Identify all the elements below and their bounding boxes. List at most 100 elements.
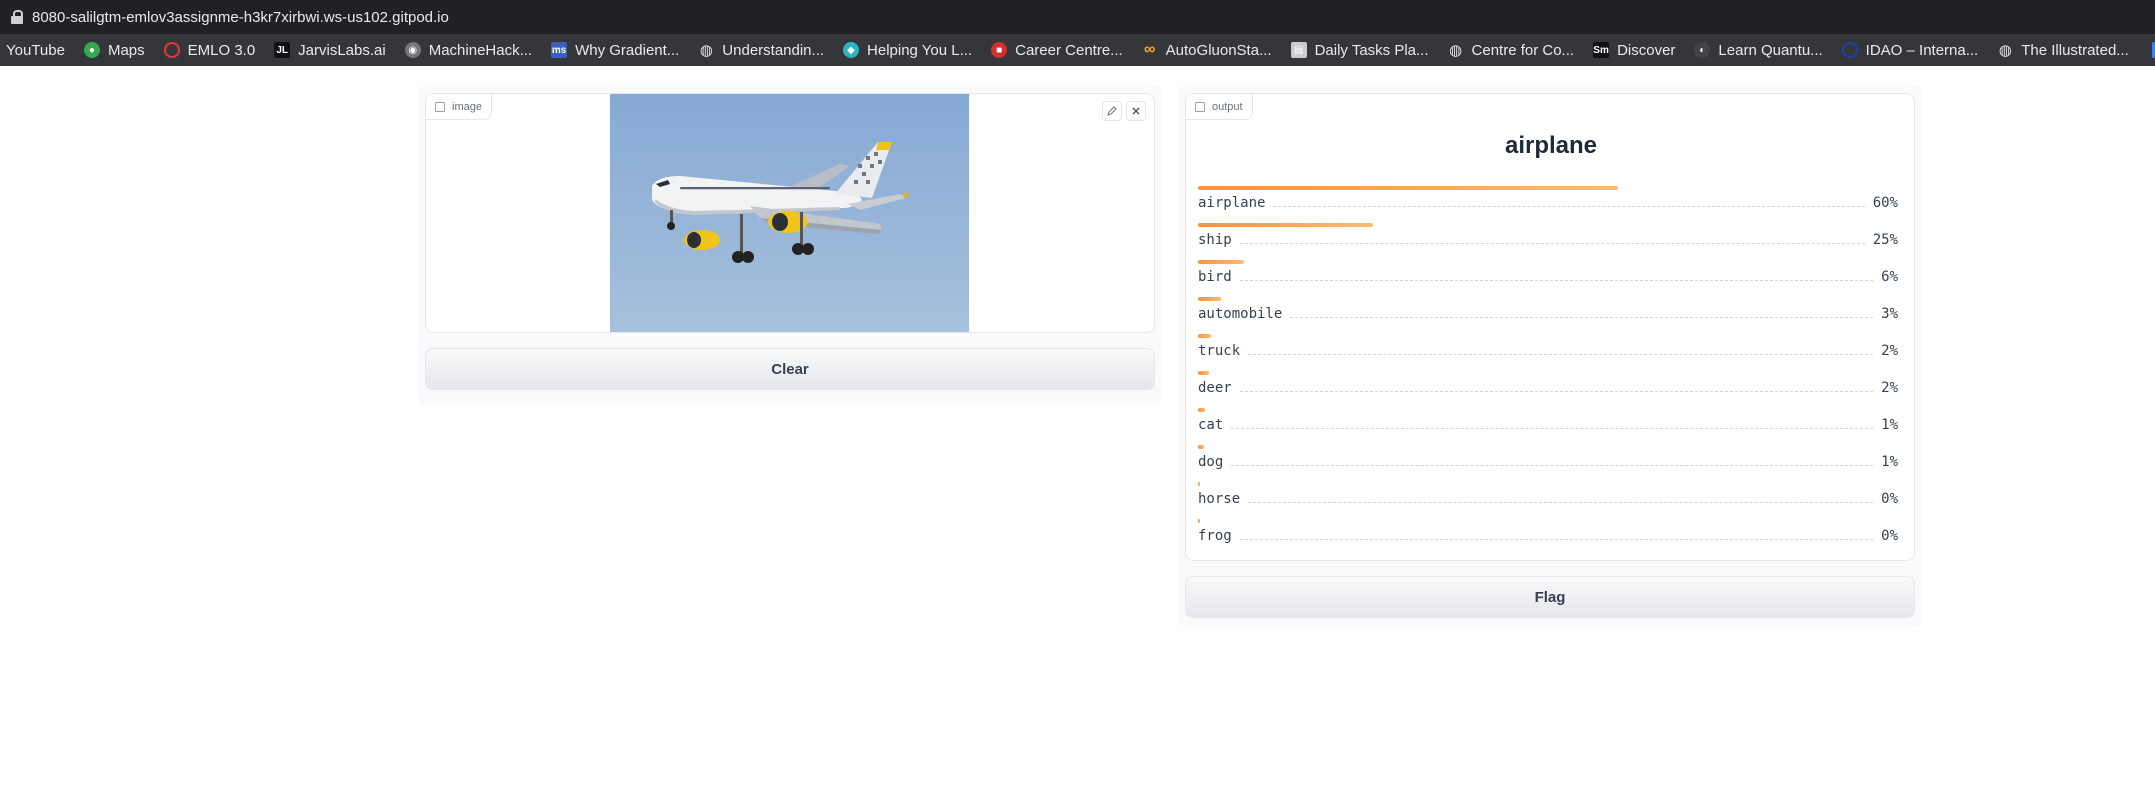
- confidence-bar: [1198, 260, 1244, 264]
- bookmark-item[interactable]: YouTube: [6, 42, 65, 59]
- confidence-bar: [1198, 186, 1618, 190]
- bookmark-item[interactable]: ■ Career Centre...: [991, 42, 1123, 59]
- confidence-text-row: bird 6%: [1198, 269, 1898, 285]
- notion-logo-icon: ▤: [1290, 42, 1307, 58]
- clear-button[interactable]: Clear: [425, 348, 1155, 390]
- predicted-label: airplane: [1504, 132, 1598, 159]
- bookmark-item[interactable]: ◍ Centre for Co...: [1448, 41, 1575, 60]
- confidence-row: airplane 60%: [1198, 186, 1898, 223]
- confidence-value: 3%: [1881, 306, 1898, 322]
- sm-logo-icon: Sm: [1593, 42, 1610, 58]
- confidence-list: airplane 60% ship 25% bird 6% automobile 3% truc…: [1198, 186, 1898, 556]
- bookmark-label: Daily Tasks Pla...: [1314, 41, 1429, 59]
- bookmark-item[interactable]: ◍ Understandin...: [698, 41, 825, 60]
- url-text[interactable]: 8080-salilgtm-emlov3assignme-h3kr7xirbwi…: [32, 9, 449, 26]
- close-icon[interactable]: [1126, 101, 1146, 121]
- confidence-row: frog 0%: [1198, 519, 1898, 556]
- bookmark-label: YouTube: [6, 41, 65, 59]
- bookmark-label: Discover: [1617, 41, 1676, 59]
- confidence-value: 25%: [1872, 232, 1898, 248]
- bookmark-label: MachineHack...: [428, 41, 533, 59]
- bookmark-item[interactable]: Sm Discover: [1593, 42, 1675, 59]
- bookmark-item[interactable]: ◐ Learn Quantu...: [1694, 42, 1823, 59]
- confidence-label: horse: [1198, 491, 1241, 507]
- bookmark-label: IDAO – Interna...: [1865, 41, 1979, 59]
- confidence-label: frog: [1198, 528, 1232, 544]
- leaf-logo-icon: ◆: [843, 42, 860, 58]
- confidence-label: dog: [1198, 454, 1224, 470]
- bookmark-label: JarvisLabs.ai: [298, 41, 386, 59]
- confidence-value: 6%: [1881, 269, 1898, 285]
- bookmark-item[interactable]: ◍ The Illustrated...: [1997, 42, 2129, 60]
- confidence-value: 0%: [1881, 491, 1898, 507]
- output-panel: output airplane airplane 60% ship 25% bird 6%…: [1178, 86, 1922, 626]
- dotted-leader: [1239, 539, 1874, 540]
- bookmark-label: Helping You L...: [867, 41, 973, 59]
- globe-icon: ◍: [699, 42, 713, 59]
- bookmark-label: Understandin...: [722, 41, 825, 59]
- dotted-leader: [1290, 317, 1874, 318]
- bookmark-item[interactable]: ▤ Daily Tasks Pla...: [1290, 41, 1429, 59]
- confidence-label: truck: [1198, 343, 1241, 359]
- dotted-leader: [1239, 391, 1874, 392]
- confidence-label: deer: [1198, 380, 1232, 396]
- bookmark-item[interactable]: ◉ MachineHack...: [404, 41, 533, 59]
- image-edit-controls: [1102, 101, 1146, 121]
- confidence-text-row: automobile 3%: [1198, 306, 1898, 322]
- confidence-text-row: dog 1%: [1198, 454, 1898, 470]
- confidence-row: truck 2%: [1198, 334, 1898, 371]
- confidence-value: 60%: [1872, 195, 1898, 211]
- dotted-leader: [1239, 243, 1865, 244]
- edit-icon[interactable]: [1102, 101, 1122, 121]
- image-input[interactable]: image: [425, 93, 1155, 333]
- gradio-app: image Clear output airplane airplane 60%…: [0, 66, 2155, 794]
- dotted-leader: [1273, 206, 1865, 207]
- bookmark-item[interactable]: ms Why Gradient...: [551, 42, 679, 59]
- dotted-leader: [1239, 280, 1874, 281]
- bookmark-label: Maps: [107, 41, 145, 59]
- confidence-row: dog 1%: [1198, 445, 1898, 482]
- address-bar[interactable]: 8080-salilgtm-emlov3assignme-h3kr7xirbwi…: [0, 0, 2155, 34]
- confidence-row: deer 2%: [1198, 371, 1898, 408]
- confidence-text-row: ship 25%: [1198, 232, 1898, 248]
- flag-button[interactable]: Flag: [1185, 576, 1915, 618]
- globe-icon: ◍: [1998, 42, 2012, 59]
- output-label: output: [1212, 100, 1243, 113]
- bookmark-item[interactable]: JL JarvisLabs.ai: [274, 42, 386, 59]
- confidence-value: 1%: [1881, 417, 1898, 433]
- confidence-value: 0%: [1881, 528, 1898, 544]
- idao-ring-icon: [1841, 42, 1858, 58]
- globe-icon: ◍: [1448, 42, 1463, 59]
- ms-logo-icon: ms: [551, 42, 568, 58]
- confidence-row: cat 1%: [1198, 408, 1898, 445]
- bookmark-item[interactable]: EMLO 3.0: [163, 41, 256, 59]
- confidence-text-row: horse 0%: [1198, 491, 1898, 507]
- confidence-bar: [1198, 334, 1211, 338]
- confidence-value: 2%: [1881, 343, 1898, 359]
- confidence-row: automobile 3%: [1198, 297, 1898, 334]
- bookmark-item[interactable]: IDAO – Interna...: [1841, 41, 1979, 59]
- confidence-label: airplane: [1198, 195, 1266, 211]
- bookmark-item[interactable]: ◆ Helping You L...: [843, 42, 972, 59]
- image-label-tag: image: [426, 94, 492, 120]
- bookmark-label: Centre for Co...: [1471, 41, 1575, 59]
- label-icon: [1195, 102, 1205, 112]
- bookmark-label: Why Gradient...: [575, 41, 680, 59]
- confidence-text-row: frog 0%: [1198, 528, 1898, 544]
- bookmark-label: EMLO 3.0: [187, 41, 256, 59]
- input-panel: image Clear: [418, 86, 1162, 404]
- bookmark-item[interactable]: ● Maps: [83, 41, 145, 59]
- dotted-leader: [1231, 428, 1874, 429]
- confidence-label: bird: [1198, 269, 1232, 285]
- ring-icon: [163, 42, 180, 58]
- dotted-leader: [1248, 502, 1874, 503]
- bookmark-item[interactable]: ∞ AutoGluonSta...: [1142, 41, 1272, 59]
- confidence-bar: [1198, 371, 1210, 375]
- lock-icon: [10, 10, 24, 24]
- confidence-row: ship 25%: [1198, 223, 1898, 260]
- confidence-text-row: truck 2%: [1198, 343, 1898, 359]
- confidence-value: 1%: [1881, 454, 1898, 470]
- uploaded-image: [610, 94, 969, 332]
- confidence-bar: [1198, 519, 1200, 523]
- dotted-leader: [1231, 465, 1874, 466]
